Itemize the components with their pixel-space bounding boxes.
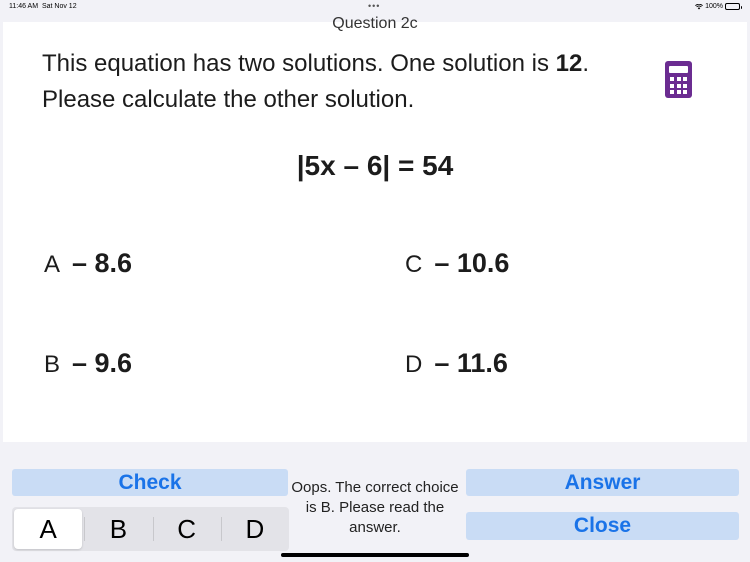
check-button[interactable]: Check	[12, 469, 288, 496]
multitasking-dots-icon[interactable]: •••	[368, 1, 380, 11]
choice-value: – 10.6	[434, 248, 510, 278]
choice-d: D – 11.6	[405, 348, 508, 379]
choice-a: A – 8.6	[44, 248, 132, 279]
equation: |5x – 6| = 54	[296, 150, 454, 181]
segment-a[interactable]: A	[14, 509, 83, 549]
status-time: 11:46 AM Sat Nov 12	[9, 3, 77, 10]
status-right: 100%	[695, 3, 742, 10]
feedback-message: Oops. The correct choice is B. Please re…	[291, 479, 459, 536]
choice-b: B – 9.6	[44, 348, 132, 379]
battery-icon	[725, 3, 742, 10]
choice-value: – 9.6	[72, 348, 133, 378]
choice-letter: A	[44, 251, 61, 278]
answer-choice-selector: A B C D	[12, 507, 289, 551]
question-title: Question 2c	[332, 15, 418, 32]
battery-percent: 100%	[705, 3, 723, 10]
choice-value: – 11.6	[434, 348, 508, 378]
segment-d[interactable]: D	[220, 507, 289, 551]
choice-value: – 8.6	[72, 248, 133, 278]
known-solution: 12	[555, 50, 583, 77]
choice-letter: D	[405, 351, 423, 378]
choice-c: C – 10.6	[405, 248, 509, 279]
calculator-button[interactable]	[665, 61, 692, 98]
wifi-icon	[695, 3, 704, 9]
choice-letter: B	[44, 351, 61, 378]
segment-b[interactable]: B	[84, 507, 152, 551]
answer-button[interactable]: Answer	[466, 469, 739, 496]
status-bar: 11:46 AM Sat Nov 12 ••• 100%	[0, 0, 750, 14]
question-text: This equation has two solutions. One sol…	[42, 50, 589, 113]
choice-letter: C	[405, 251, 423, 278]
home-indicator[interactable]	[281, 553, 469, 557]
segment-c[interactable]: C	[152, 507, 221, 551]
close-button[interactable]: Close	[466, 512, 739, 540]
